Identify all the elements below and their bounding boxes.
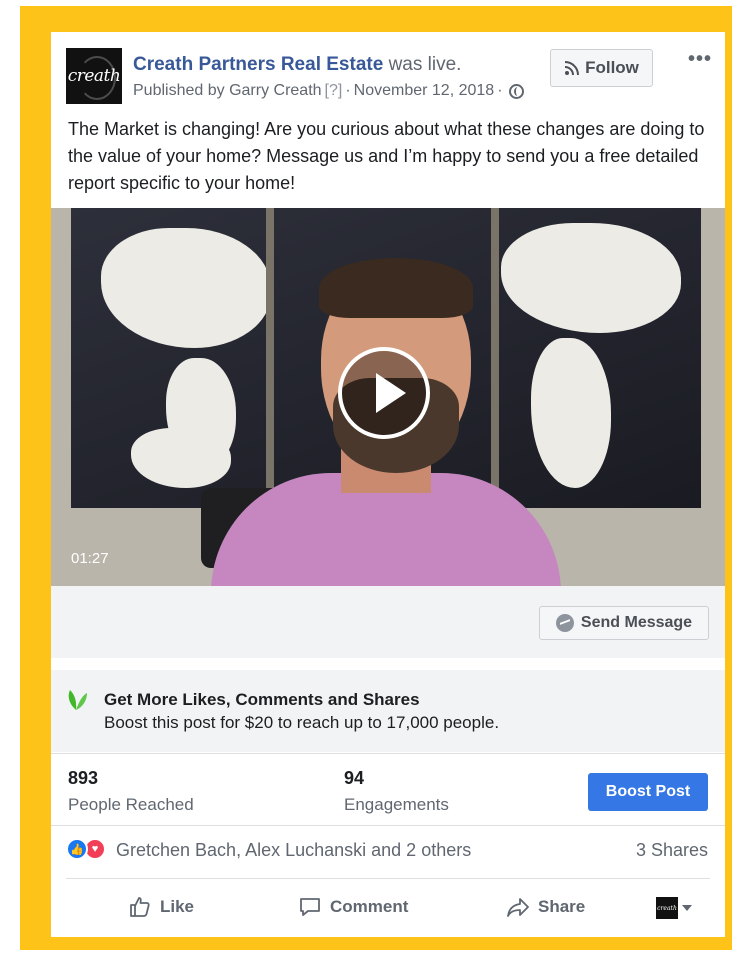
boost-post-button[interactable]: Boost Post bbox=[588, 773, 708, 811]
send-message-button[interactable]: Send Message bbox=[539, 606, 709, 640]
page-name-link[interactable]: Creath Partners Real Estate bbox=[133, 54, 383, 75]
more-options-icon[interactable]: ••• bbox=[688, 48, 712, 71]
help-marker[interactable]: [?] bbox=[325, 82, 343, 100]
live-status: was live. bbox=[388, 54, 462, 75]
follow-label: Follow bbox=[585, 58, 639, 77]
comment-button[interactable]: Comment bbox=[298, 895, 408, 919]
boost-banner[interactable]: Get More Likes, Comments and Shares Boos… bbox=[51, 670, 725, 752]
post-meta: Published by Garry Creath [?] · November… bbox=[133, 82, 524, 100]
share-label: Share bbox=[538, 897, 586, 916]
action-bar: Like Comment Share creath bbox=[66, 878, 710, 934]
rss-icon bbox=[564, 61, 580, 76]
like-button[interactable]: Like bbox=[128, 895, 194, 919]
mini-avatar-logo: creath bbox=[656, 897, 678, 919]
page-avatar[interactable]: creath bbox=[66, 48, 122, 104]
chevron-down-icon bbox=[682, 905, 692, 911]
engagements-label: Engagements bbox=[344, 795, 449, 814]
reaction-names[interactable]: Gretchen Bach, Alex Luchanski and 2 othe… bbox=[116, 840, 471, 861]
follow-button[interactable]: Follow bbox=[550, 49, 653, 87]
messenger-icon bbox=[555, 614, 574, 632]
video-duration: 01:27 bbox=[71, 550, 109, 567]
avatar-logo-text: creath bbox=[67, 66, 121, 86]
video-player[interactable]: 01:27 bbox=[51, 208, 725, 586]
post-header: Creath Partners Real Estate was live. bbox=[133, 54, 461, 76]
globe-icon bbox=[508, 83, 524, 99]
meta-separator: · bbox=[345, 82, 351, 99]
post-message: The Market is changing! Are you curious … bbox=[68, 119, 705, 193]
post-date[interactable]: November 12, 2018 bbox=[354, 82, 495, 100]
people-reached-value: 893 bbox=[68, 768, 99, 788]
meta-separator-2: · bbox=[497, 82, 503, 99]
share-button[interactable]: Share bbox=[506, 895, 585, 919]
people-reached-label: People Reached bbox=[68, 795, 194, 814]
like-reaction-icon: 👍 bbox=[66, 838, 88, 860]
message-bar: Send Message bbox=[51, 586, 725, 658]
comment-label: Comment bbox=[330, 897, 409, 916]
share-arrow-icon bbox=[507, 898, 529, 917]
poster-seam bbox=[491, 208, 499, 508]
play-button-icon[interactable] bbox=[338, 347, 430, 439]
shares-count[interactable]: 3 Shares bbox=[636, 840, 708, 861]
boost-description: Boost this post for $20 to reach up to 1… bbox=[104, 713, 500, 732]
presenter-hair bbox=[319, 258, 473, 318]
reactions-row: 👍 ♥ Gretchen Bach, Alex Luchanski and 2 … bbox=[51, 825, 725, 877]
boost-title: Get More Likes, Comments and Shares bbox=[104, 690, 420, 709]
published-by: Published by Garry Creath bbox=[133, 82, 322, 99]
comment-icon bbox=[300, 898, 320, 916]
send-message-label: Send Message bbox=[580, 614, 693, 631]
post-as-selector[interactable]: creath bbox=[656, 897, 692, 919]
poster-seam bbox=[266, 208, 274, 508]
like-label: Like bbox=[160, 897, 195, 916]
insights-row: 893 People Reached 94 Engagements Boost … bbox=[51, 753, 725, 823]
engagements-value: 94 bbox=[344, 768, 365, 788]
post-card: creath Creath Partners Real Estate was l… bbox=[51, 32, 725, 937]
leaf-icon bbox=[68, 690, 87, 710]
thumbs-up-icon bbox=[130, 897, 150, 917]
